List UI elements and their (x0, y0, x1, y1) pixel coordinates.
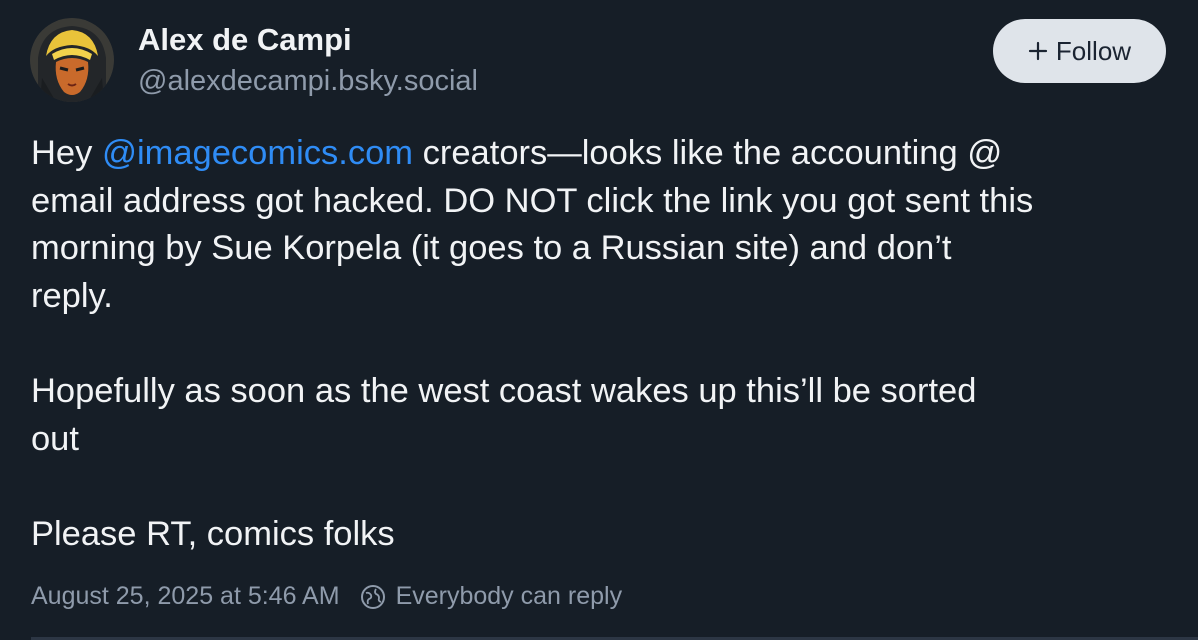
post-line-4: reply. (31, 276, 113, 315)
globe-icon (360, 584, 385, 609)
post-meta: August 25, 2025 at 5:46 AM Everybody can… (31, 582, 622, 611)
post-card: Alex de Campi @alexdecampi.bsky.social F… (0, 0, 1198, 640)
plus-icon (1028, 41, 1048, 61)
post-paragraph-2-line-2: out (31, 419, 79, 458)
avatar-illustration-icon (30, 18, 114, 102)
post-text-segment: creators—looks like the accounting @ (413, 134, 1003, 172)
post-text-segment: Hey (31, 134, 102, 172)
author-display-name[interactable]: Alex de Campi (138, 22, 352, 58)
post-line-2: email address got hacked. DO NOT click t… (31, 181, 1034, 220)
post-line-1: Hey @imagecomics.com creators—looks like… (31, 130, 1181, 178)
follow-button-label: Follow (1055, 35, 1132, 66)
post-line-3: morning by Sue Korpela (it goes to a Rus… (31, 229, 952, 268)
post-paragraph-3: Please RT, comics folks (31, 514, 395, 553)
post-paragraph-2-line-1: Hopefully as soon as the west coast wake… (31, 371, 977, 410)
author-handle[interactable]: @alexdecampi.bsky.social (138, 65, 478, 98)
mention-link[interactable]: @imagecomics.com (102, 134, 413, 172)
post-timestamp[interactable]: August 25, 2025 at 5:46 AM (31, 582, 340, 611)
avatar[interactable] (30, 18, 114, 102)
follow-button[interactable]: Follow (993, 19, 1166, 83)
post-text: Hey @imagecomics.com creators—looks like… (31, 130, 1181, 558)
reply-setting[interactable]: Everybody can reply (396, 582, 623, 611)
